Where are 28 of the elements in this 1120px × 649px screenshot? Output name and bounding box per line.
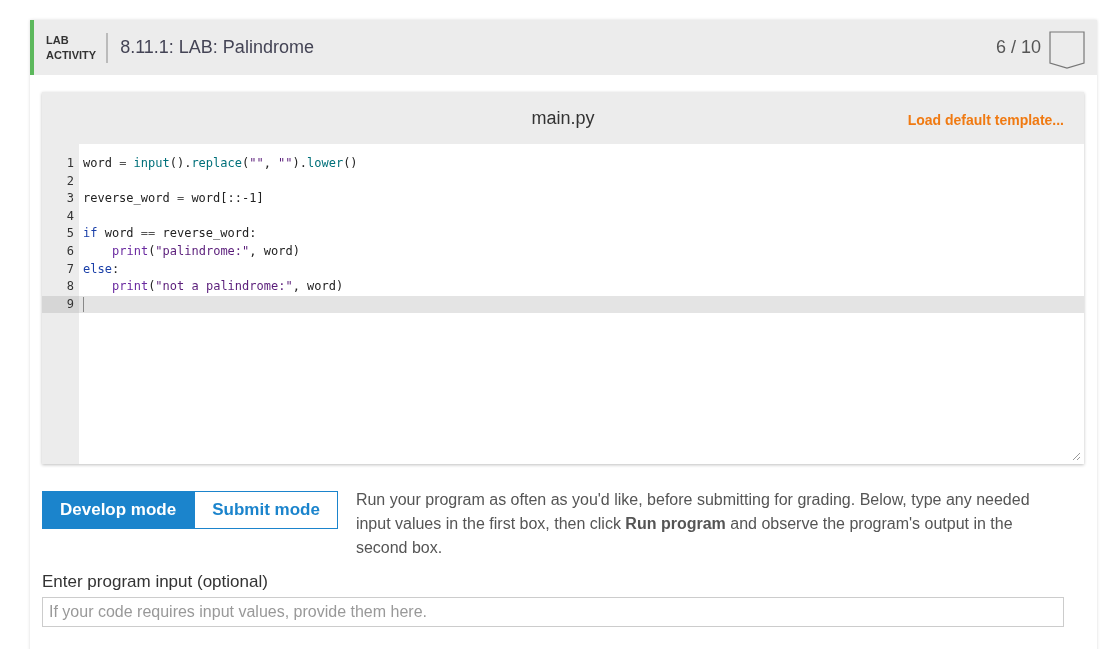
file-name: main.py xyxy=(531,107,595,129)
line-number: 4 xyxy=(65,207,75,225)
line-number: 7 xyxy=(65,260,75,278)
code-line: if word == reverse_word: xyxy=(83,225,257,243)
code-line: print("not a palindrome:", word) xyxy=(111,278,344,296)
completion-badge-icon xyxy=(1049,30,1085,69)
score: 6 / 10 xyxy=(995,37,1041,58)
instructions-text: Run your program as often as you'd like, before submitting for grading. Below, type any needed input values in the first box, then click Run program and observe the program's output in the second box. xyxy=(355,490,1031,558)
code-line: word = input().replace("", "").lower() xyxy=(83,155,358,172)
mode-tab[interactable]: Develop mode xyxy=(42,491,195,529)
resize-handle-icon[interactable] xyxy=(1072,452,1080,460)
program-input-field[interactable]: If your code requires input values, provide them here. xyxy=(42,597,1064,627)
code-line: reverse_word = word[::-1] xyxy=(83,190,264,208)
input-label: Enter program input (optional) xyxy=(42,572,269,592)
activity-title: 8.11.1: LAB: Palindrome xyxy=(120,37,315,58)
text-cursor xyxy=(83,297,84,313)
load-template-link[interactable]: Load default template... xyxy=(907,112,1064,128)
line-number: 8 xyxy=(65,278,75,296)
line-number: 2 xyxy=(65,172,75,190)
mode-tab[interactable]: Submit mode xyxy=(194,491,338,529)
line-number: 6 xyxy=(65,242,75,260)
line-number: 5 xyxy=(65,225,75,243)
code-editor[interactable]: 1 word = input().replace("", "").lower() 2 3 reverse_word = word[::-1] 4 5 if word == reverse_word: 6 print("palindrome:", word) 7 else: 8 print("not a palindrome:", word) 9 xyxy=(42,144,1084,464)
activity-type-label: LAB ACTIVITY xyxy=(46,33,97,61)
line-number: 1 xyxy=(65,155,75,172)
code-line: print("palindrome:", word) xyxy=(111,242,300,260)
code-line: else: xyxy=(83,260,120,278)
line-number: 3 xyxy=(65,190,75,208)
